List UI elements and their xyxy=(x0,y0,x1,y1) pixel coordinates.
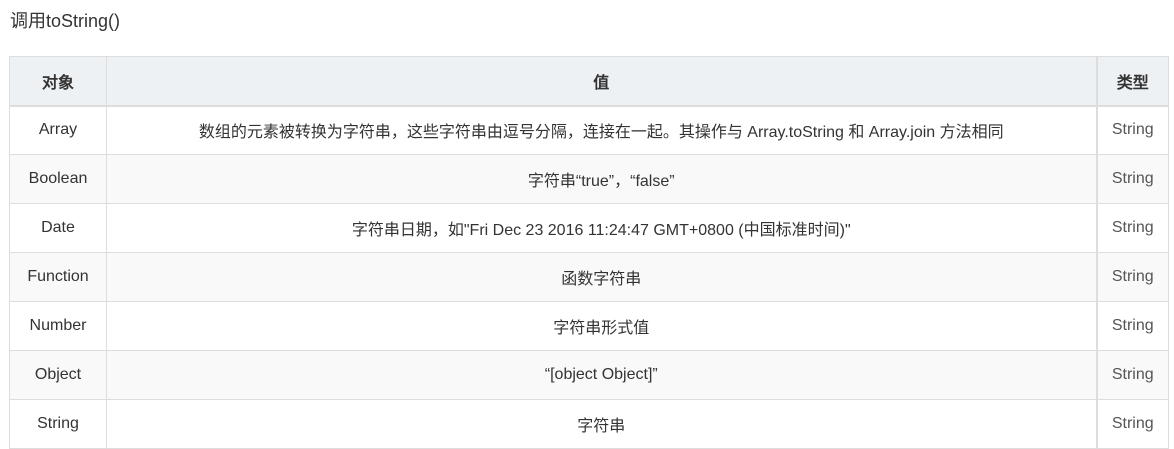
cell-type: String xyxy=(1095,399,1169,449)
cell-type: String xyxy=(1095,203,1169,253)
cell-object: Function xyxy=(9,252,107,302)
cell-type: String xyxy=(1095,350,1169,400)
cell-value: 字符串 xyxy=(106,399,1097,449)
cell-type: String xyxy=(1095,301,1169,351)
cell-value: 字符串“true”，“false” xyxy=(106,154,1097,204)
cell-type: String xyxy=(1095,154,1169,204)
table-row: Object “[object Object]” String xyxy=(9,350,1169,400)
cell-object: Date xyxy=(9,203,107,253)
table-row: Function 函数字符串 String xyxy=(9,252,1169,302)
table-row: String 字符串 String xyxy=(9,399,1169,449)
cell-value: 字符串日期，如"Fri Dec 23 2016 11:24:47 GMT+080… xyxy=(106,203,1097,253)
column-header-type: 类型 xyxy=(1095,56,1169,107)
tostring-table: 对象 值 类型 Array 数组的元素被转换为字符串，这些字符串由逗号分隔，连接… xyxy=(9,56,1169,449)
column-header-value: 值 xyxy=(106,56,1097,107)
cell-type: String xyxy=(1095,252,1169,302)
cell-type: String xyxy=(1095,105,1169,155)
cell-value: “[object Object]” xyxy=(106,350,1097,400)
table-row: Number 字符串形式值 String xyxy=(9,301,1169,351)
page-heading: 调用toString() xyxy=(10,11,121,31)
cell-object: Array xyxy=(9,105,107,155)
cell-object: Number xyxy=(9,301,107,351)
cell-value: 字符串形式值 xyxy=(106,301,1097,351)
cell-object: String xyxy=(9,399,107,449)
table-row: Boolean 字符串“true”，“false” String xyxy=(9,154,1169,204)
cell-value: 函数字符串 xyxy=(106,252,1097,302)
cell-object: Boolean xyxy=(9,154,107,204)
cell-object: Object xyxy=(9,350,107,400)
table-row: Date 字符串日期，如"Fri Dec 23 2016 11:24:47 GM… xyxy=(9,203,1169,253)
cell-value: 数组的元素被转换为字符串，这些字符串由逗号分隔，连接在一起。其操作与 Array… xyxy=(106,105,1097,155)
column-header-object: 对象 xyxy=(9,56,107,107)
table-row: Array 数组的元素被转换为字符串，这些字符串由逗号分隔，连接在一起。其操作与… xyxy=(9,105,1169,155)
table-header-row: 对象 值 类型 xyxy=(9,56,1169,107)
